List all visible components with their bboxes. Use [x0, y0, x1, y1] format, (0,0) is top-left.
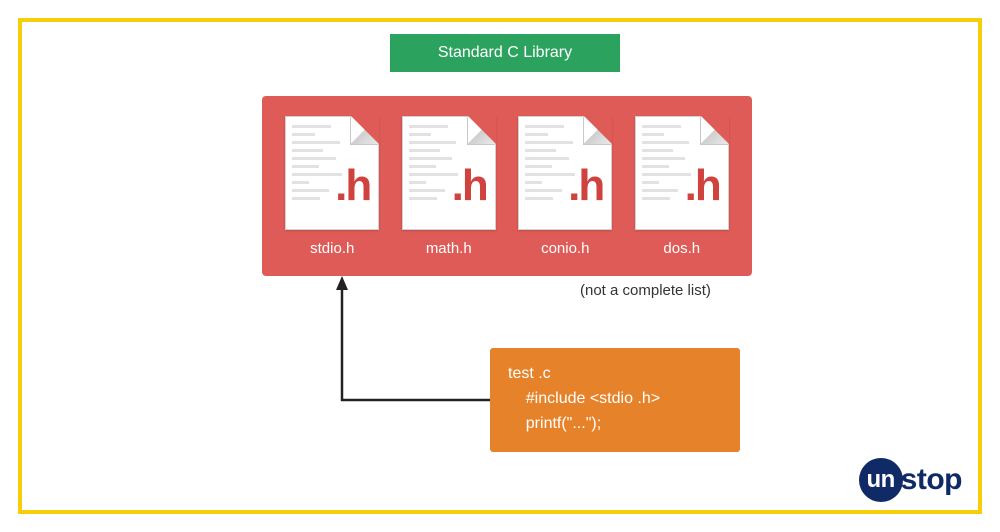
code-snippet: test .c #include <stdio .h> printf("..."…	[490, 348, 740, 452]
file-label: dos.h	[663, 240, 700, 257]
library-box: .h stdio.h .h math.h .h conio.h .h dos.h	[262, 96, 752, 276]
file-icon: .h	[402, 116, 496, 230]
title-text: Standard C Library	[438, 44, 572, 62]
page-fold-icon	[350, 117, 378, 145]
header-file: .h math.h	[395, 116, 503, 257]
file-label: math.h	[426, 240, 472, 257]
brand-logo: unstop	[859, 458, 962, 502]
file-extension: .h	[568, 161, 603, 211]
page-fold-icon	[583, 117, 611, 145]
page-fold-icon	[700, 117, 728, 145]
page-fold-icon	[467, 117, 495, 145]
header-file: .h dos.h	[628, 116, 736, 257]
header-file: .h stdio.h	[278, 116, 386, 257]
file-icon: .h	[635, 116, 729, 230]
file-extension: .h	[335, 161, 370, 211]
file-extension: .h	[452, 161, 487, 211]
title-badge: Standard C Library	[390, 34, 620, 72]
file-label: stdio.h	[310, 240, 354, 257]
logo-circle: un	[859, 458, 903, 502]
file-extension: .h	[685, 161, 720, 211]
header-file: .h conio.h	[511, 116, 619, 257]
file-icon: .h	[518, 116, 612, 230]
logo-text: stop	[901, 463, 962, 496]
file-icon: .h	[285, 116, 379, 230]
incomplete-note: (not a complete list)	[580, 282, 711, 299]
file-label: conio.h	[541, 240, 589, 257]
